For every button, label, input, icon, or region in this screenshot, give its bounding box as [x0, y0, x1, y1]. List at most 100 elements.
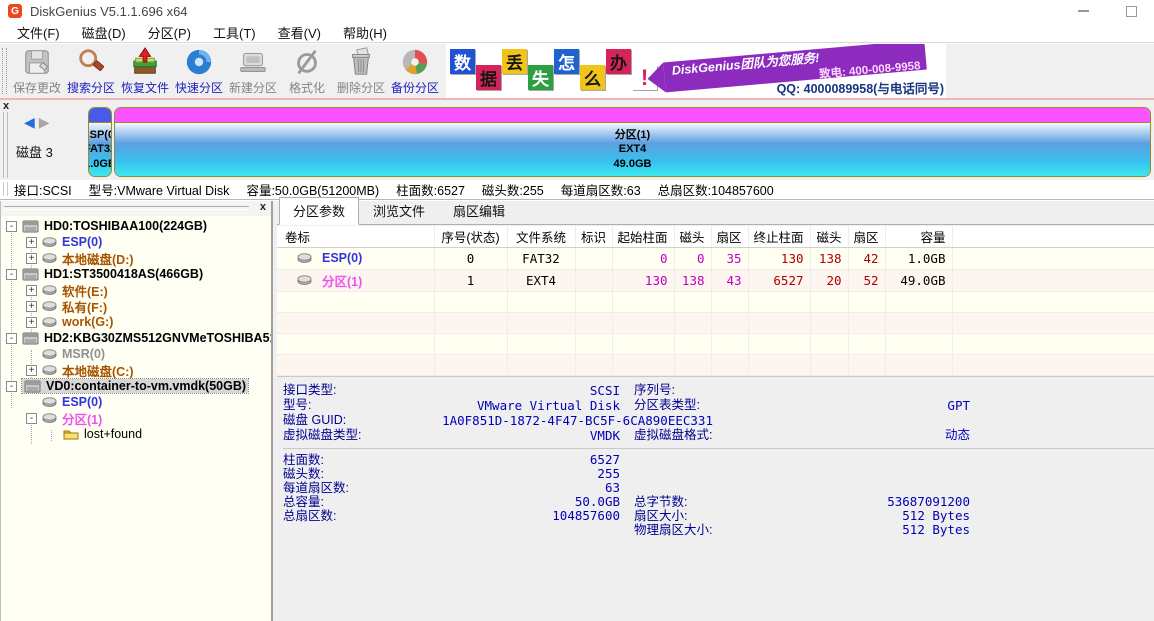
menu-disk[interactable]: 磁盘(D): [71, 21, 137, 44]
partition-icon: [42, 349, 57, 359]
expand-icon[interactable]: +: [26, 237, 37, 248]
tree-item-esp-vd0[interactable]: ESP(0): [1, 394, 271, 410]
ad-tile: 数: [450, 49, 475, 74]
tree-item-local-d[interactable]: + 本地磁盘(D:): [1, 250, 271, 266]
col-end-head[interactable]: 磁头: [810, 226, 848, 247]
partition-icon: [297, 253, 312, 263]
tab-sector-edit[interactable]: 扇区编辑: [439, 197, 519, 225]
detail-label: 总扇区数:: [283, 509, 433, 523]
hard-disk-icon: [24, 380, 41, 393]
collapse-icon[interactable]: -: [6, 221, 17, 232]
tree-item-partition-1[interactable]: - 分区(1): [1, 410, 271, 426]
tree-item-local-c[interactable]: + 本地磁盘(C:): [1, 362, 271, 378]
detail-row: 磁头数: 255: [283, 467, 1154, 481]
tree-item-hd1[interactable]: - HD1:ST3500418AS(466GB): [1, 266, 271, 282]
tree-item-private-f[interactable]: + 私有(F:): [1, 298, 271, 314]
col-seq-status[interactable]: 序号(状态): [434, 226, 507, 247]
detail-label: 磁头数:: [283, 467, 433, 481]
col-capacity[interactable]: 容量: [885, 226, 952, 247]
col-start-cylinder[interactable]: 起始柱面: [612, 226, 674, 247]
collapse-icon[interactable]: -: [6, 333, 17, 344]
detail-value-guid: 1A0F851D-1872-4F47-BC5F-6CA890EEC331: [433, 413, 713, 428]
partition-block-esp[interactable]: ESP(0) FAT32 1.0GB: [88, 107, 112, 177]
detail-value: 6527: [433, 453, 620, 467]
col-start-sector[interactable]: 扇区: [711, 226, 748, 247]
expand-icon[interactable]: +: [26, 365, 37, 376]
tab-bar: 分区参数 浏览文件 扇区编辑: [277, 201, 1154, 225]
tree-item-software-e[interactable]: + 软件(E:): [1, 282, 271, 298]
detail-value: VMDK: [433, 428, 620, 443]
maximize-button[interactable]: [1118, 2, 1144, 20]
ad-banner[interactable]: 数 据 丢 失 怎 么 办 ! DiskGenius团队为您服务! 致电: 40…: [446, 44, 946, 98]
detail-label: 每道扇区数:: [283, 481, 433, 495]
detail-row: 总容量: 50.0GB 总字节数: 53687091200: [283, 495, 1154, 509]
toolbar-button-label: 备份分区: [391, 79, 439, 96]
format-button[interactable]: 格式化: [280, 46, 334, 96]
menu-partition[interactable]: 分区(P): [137, 21, 202, 44]
detail-label: 序列号:: [634, 383, 794, 398]
menu-file[interactable]: 文件(F): [6, 21, 71, 44]
detail-value: 255: [433, 467, 620, 481]
partition-icon: [42, 285, 57, 295]
col-end-sector[interactable]: 扇区: [848, 226, 885, 247]
tree-item-hd0[interactable]: - HD0:TOSHIBAA100(224GB): [1, 218, 271, 234]
table-row-partition-1[interactable]: 分区(1) 1 EXT4 130 138 43 6527 20 52 49.0G…: [277, 269, 1154, 291]
search-partition-button[interactable]: 搜索分区: [64, 46, 118, 96]
quick-partition-button[interactable]: 快速分区: [172, 46, 226, 96]
expand-icon[interactable]: +: [26, 285, 37, 296]
collapse-icon[interactable]: -: [6, 269, 17, 280]
expander-placeholder: [26, 397, 37, 408]
col-start-head[interactable]: 磁头: [674, 226, 711, 247]
collapse-icon[interactable]: -: [6, 381, 17, 392]
disk-bar-close-icon[interactable]: x: [3, 100, 9, 112]
expand-icon[interactable]: +: [26, 301, 37, 312]
col-end-cylinder[interactable]: 终止柱面: [748, 226, 810, 247]
cell-end-sec: 42: [848, 247, 885, 269]
tab-partition-params[interactable]: 分区参数: [279, 197, 359, 225]
minimize-button[interactable]: [1070, 2, 1096, 20]
delete-partition-button[interactable]: 删除分区: [334, 46, 388, 96]
collapse-icon[interactable]: -: [26, 413, 37, 424]
partition-type-band: [89, 108, 111, 123]
detail-label: 虚拟磁盘类型:: [283, 428, 433, 443]
backup-partition-button[interactable]: 备份分区: [388, 46, 442, 96]
menu-tools[interactable]: 工具(T): [202, 21, 267, 44]
tree-item-vd0-selected[interactable]: - VD0:container-to-vm.vmdk(50GB): [1, 378, 271, 394]
recover-files-button[interactable]: 恢复文件: [118, 46, 172, 96]
table-row-esp[interactable]: ESP(0) 0 FAT32 0 0 35 130 138 42 1.0GB: [277, 247, 1154, 269]
detail-row: 型号: VMware Virtual Disk 分区表类型: GPT: [283, 398, 1154, 413]
tab-browse-files[interactable]: 浏览文件: [359, 197, 439, 225]
disk-bar-grip[interactable]: [3, 112, 8, 178]
col-volume[interactable]: 卷标: [277, 226, 434, 247]
prev-disk-arrow-icon[interactable]: ◀: [24, 114, 39, 130]
toolbar-grip[interactable]: [2, 48, 7, 94]
detail-label: 总字节数:: [634, 495, 794, 509]
expand-icon[interactable]: +: [26, 317, 37, 328]
tree-panel-grip[interactable]: [4, 206, 249, 210]
tree-panel-close-icon[interactable]: x: [260, 201, 266, 213]
tree-item-msr[interactable]: MSR(0): [1, 346, 271, 362]
partition-block-main[interactable]: 分区(1) EXT4 49.0GB: [114, 107, 1151, 177]
detail-label: 虚拟磁盘格式:: [634, 428, 794, 443]
expand-icon[interactable]: +: [26, 253, 37, 264]
partition-icon: [42, 237, 57, 247]
cell-capacity: 49.0GB: [885, 269, 952, 291]
save-changes-button[interactable]: 保存更改: [10, 46, 64, 96]
toolbar-button-label: 格式化: [289, 79, 325, 96]
menu-help[interactable]: 帮助(H): [332, 21, 398, 44]
new-partition-button[interactable]: 新建分区: [226, 46, 280, 96]
ad-tile: 丢: [502, 49, 527, 74]
tree-item-label: MSR(0): [62, 347, 105, 361]
col-filler: [952, 226, 1154, 247]
col-id[interactable]: 标识: [575, 226, 612, 247]
col-filesystem[interactable]: 文件系统: [507, 226, 575, 247]
next-disk-arrow-icon[interactable]: ▶: [39, 114, 54, 130]
tree-item-work-g[interactable]: + work(G:): [1, 314, 271, 330]
detail-row: 柱面数: 6527: [283, 453, 1154, 467]
tree-item-label: 私有(F:): [62, 297, 107, 316]
menu-view[interactable]: 查看(V): [267, 21, 332, 44]
tree-item-lost-found[interactable]: lost+found: [1, 426, 271, 442]
tree-item-esp-hd0[interactable]: + ESP(0): [1, 234, 271, 250]
tree-item-hd2[interactable]: - HD2:KBG30ZMS512GNVMeTOSHIBA512GB: [1, 330, 271, 346]
toolbar-button-label: 搜索分区: [67, 79, 115, 96]
